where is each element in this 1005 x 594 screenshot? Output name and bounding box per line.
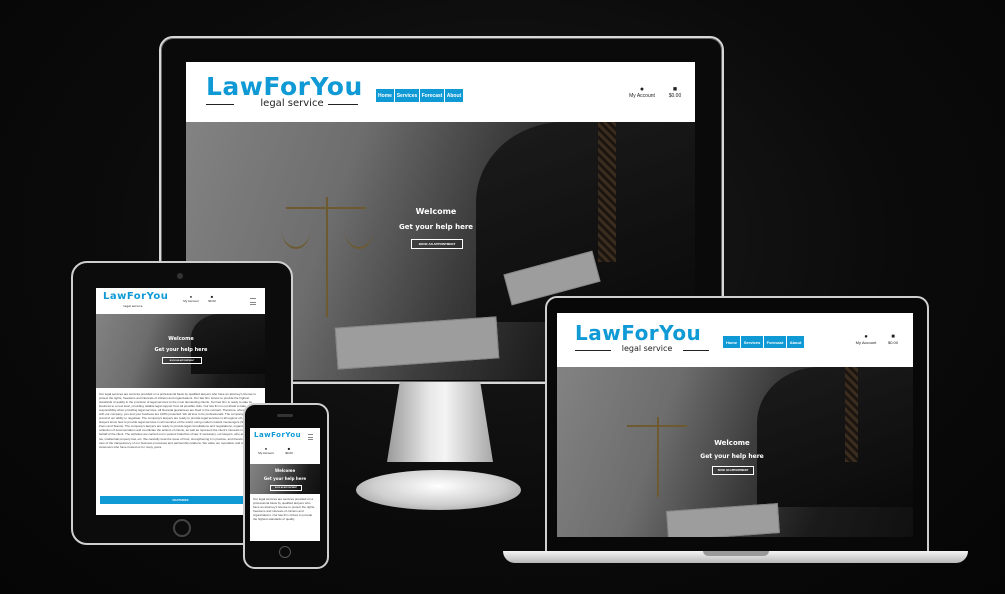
laptop-nav-forecast[interactable]: Forecast (764, 336, 786, 348)
tagline-rule-right (328, 104, 358, 105)
hero-subtitle: Get your help here (398, 223, 474, 231)
tablet-home-button (173, 519, 191, 537)
phone-home-button (279, 546, 291, 558)
laptop-hero-subtitle: Get your help here (700, 453, 764, 460)
features-button[interactable]: FEATURES (100, 496, 261, 504)
laptop-account[interactable]: ● My Account (853, 334, 879, 345)
tablet-account-label: My Account (183, 299, 199, 303)
nav-forecast[interactable]: Forecast (420, 89, 444, 102)
user-icon: ● (639, 86, 645, 93)
laptop-hero-title: Welcome (714, 439, 750, 447)
cart-icon: ■ (672, 86, 678, 93)
laptop-nav: Home Services Forecast About (723, 336, 804, 348)
laptop-hero: Welcome Get your help here BOOK AN APPOI… (557, 367, 913, 537)
tablet-logo[interactable]: LawForYou (103, 291, 168, 302)
cart-link[interactable]: ■ $0.00 (666, 86, 684, 99)
monitor-base (356, 470, 521, 510)
phone-hero-subtitle: Get your help here (263, 476, 307, 481)
book-appointment-button[interactable]: BOOK AN APPOINTMENT (411, 239, 463, 249)
laptop-screen: LawForYou legal service Home Services Fo… (557, 313, 913, 537)
logo[interactable]: LawForYou (206, 72, 363, 101)
my-account-link[interactable]: ● My Account (626, 86, 658, 99)
laptop-hero-overlay (557, 367, 913, 537)
phone-menu-icon[interactable] (308, 434, 313, 440)
menu-icon[interactable] (250, 298, 256, 305)
my-account-label: My Account (629, 93, 655, 99)
nav-services[interactable]: Services (395, 89, 419, 102)
tagline-rule-left (206, 104, 234, 105)
site-header: LawForYou legal service Home Services Fo… (186, 62, 695, 122)
tablet-hero-title: Welcome (168, 336, 194, 342)
laptop-nav-services[interactable]: Services (741, 336, 763, 348)
tablet-camera (177, 273, 183, 279)
tagline: legal service (260, 98, 324, 109)
tablet-cart[interactable]: ■ $0.00 (206, 294, 218, 303)
laptop-tagline: legal service (621, 344, 673, 353)
monitor-stand (387, 382, 493, 462)
tablet-body-text: Our legal services are services provided… (99, 392, 262, 449)
nav-about[interactable]: About (445, 89, 463, 102)
phone-hero: Welcome Get your help here BOOK AN APPOI… (250, 464, 320, 494)
main-nav: Home Services Forecast About (376, 89, 463, 102)
tablet-cta-button[interactable]: BOOK AN APPOINTMENT (162, 357, 202, 364)
phone-hero-title: Welcome (274, 468, 296, 473)
laptop-cart[interactable]: ■ $0.00 (885, 334, 901, 345)
cart-total: $0.00 (668, 93, 682, 99)
laptop-tagline-rule-left (575, 350, 611, 351)
phone-account[interactable]: ● My Account (254, 446, 278, 455)
laptop-account-label: My Account (855, 340, 877, 345)
tablet-header: LawForYou legal service ● My Account ■ $… (96, 288, 265, 314)
laptop-nav-home[interactable]: Home (723, 336, 740, 348)
phone-account-label: My Account (258, 451, 274, 455)
phone-logo[interactable]: LawForYou (254, 431, 301, 439)
tablet-account[interactable]: ● My Account (180, 294, 202, 303)
laptop-tagline-rule-right (683, 350, 709, 351)
laptop-nav-about[interactable]: About (787, 336, 804, 348)
laptop-header: LawForYou legal service Home Services Fo… (557, 313, 913, 367)
tablet-screen: LawForYou legal service ● My Account ■ $… (96, 288, 265, 515)
tablet-hero: Welcome Get your help here BOOK AN APPOI… (96, 314, 265, 388)
laptop-logo[interactable]: LawForYou (575, 321, 701, 345)
tablet-hero-subtitle: Get your help here (154, 347, 208, 353)
phone-header: LawForYou ● My Account ■ $0.00 (250, 428, 320, 464)
nav-home[interactable]: Home (376, 89, 394, 102)
laptop-notch (703, 551, 769, 556)
phone-body-text: Our legal services are services provided… (253, 497, 315, 522)
hero-title: Welcome (415, 207, 457, 216)
phone-cart[interactable]: ■ $0.00 (282, 446, 296, 455)
phone-cta-button[interactable]: BOOK AN APPOINTMENT (270, 485, 302, 491)
tablet-cart-total: $0.00 (208, 299, 216, 303)
laptop-cart-total: $0.00 (887, 340, 898, 345)
phone-screen: LawForYou ● My Account ■ $0.00 Welcome G… (250, 428, 320, 541)
phone-speaker (277, 414, 293, 417)
laptop-cta-button[interactable]: BOOK AN APPOINTMENT (712, 466, 754, 475)
phone-cart-total: $0.00 (285, 451, 293, 455)
tablet-tagline: legal service (123, 304, 143, 308)
